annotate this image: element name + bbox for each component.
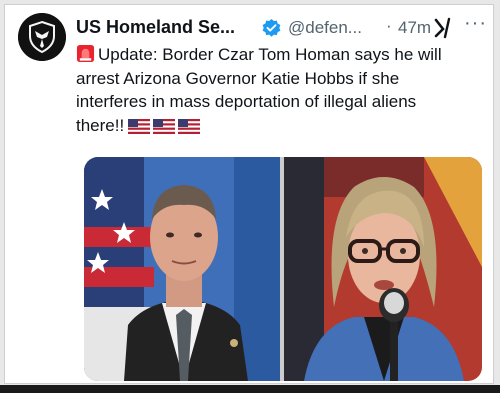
shield-eagle-logo-icon xyxy=(18,13,66,61)
us-flag-icon xyxy=(153,118,176,134)
tweet-text-line-2: arrest Arizona Governor Katie Hobbs if s… xyxy=(76,68,400,88)
display-name[interactable]: US Homeland Se... xyxy=(76,17,235,38)
tweet-text: Update: Border Czar Tom Homan says he wi… xyxy=(76,43,486,140)
man-portrait-image xyxy=(84,157,280,381)
timestamp[interactable]: 47m xyxy=(398,18,431,38)
tweet-text-line-1: Update: Border Czar Tom Homan says he wi… xyxy=(98,45,442,64)
separator-dot: · xyxy=(386,16,392,35)
woman-portrait-image xyxy=(284,157,482,381)
tweet-text-line: Update: Border Czar Tom Homan says he wi… xyxy=(76,43,486,67)
us-flag-icon xyxy=(128,118,151,134)
flag-emojis xyxy=(128,117,203,141)
tweet-card[interactable]: US Homeland Se... @defen... · 47m ··· Up… xyxy=(4,4,494,384)
verified-badge-icon xyxy=(262,18,281,37)
photo-man-in-suit[interactable] xyxy=(84,157,280,381)
handle[interactable]: @defen... xyxy=(288,18,362,38)
tweet-text-line: there!! xyxy=(76,114,486,141)
tweet-text-line-3: interferes in mass deportation of illega… xyxy=(76,92,417,111)
tweet-media[interactable] xyxy=(84,157,482,381)
more-options-icon[interactable]: ··· xyxy=(464,12,487,35)
bottom-edge xyxy=(0,385,500,393)
us-flag-icon xyxy=(178,118,201,134)
avatar[interactable] xyxy=(18,13,66,61)
photo-woman-speaking[interactable] xyxy=(284,157,482,381)
grok-icon[interactable] xyxy=(432,17,454,39)
siren-emoji-icon xyxy=(76,44,95,63)
tweet-text-line-4: there!! xyxy=(76,115,125,135)
tweet-header: US Homeland Se... @defen... · 47m ··· xyxy=(76,12,487,40)
